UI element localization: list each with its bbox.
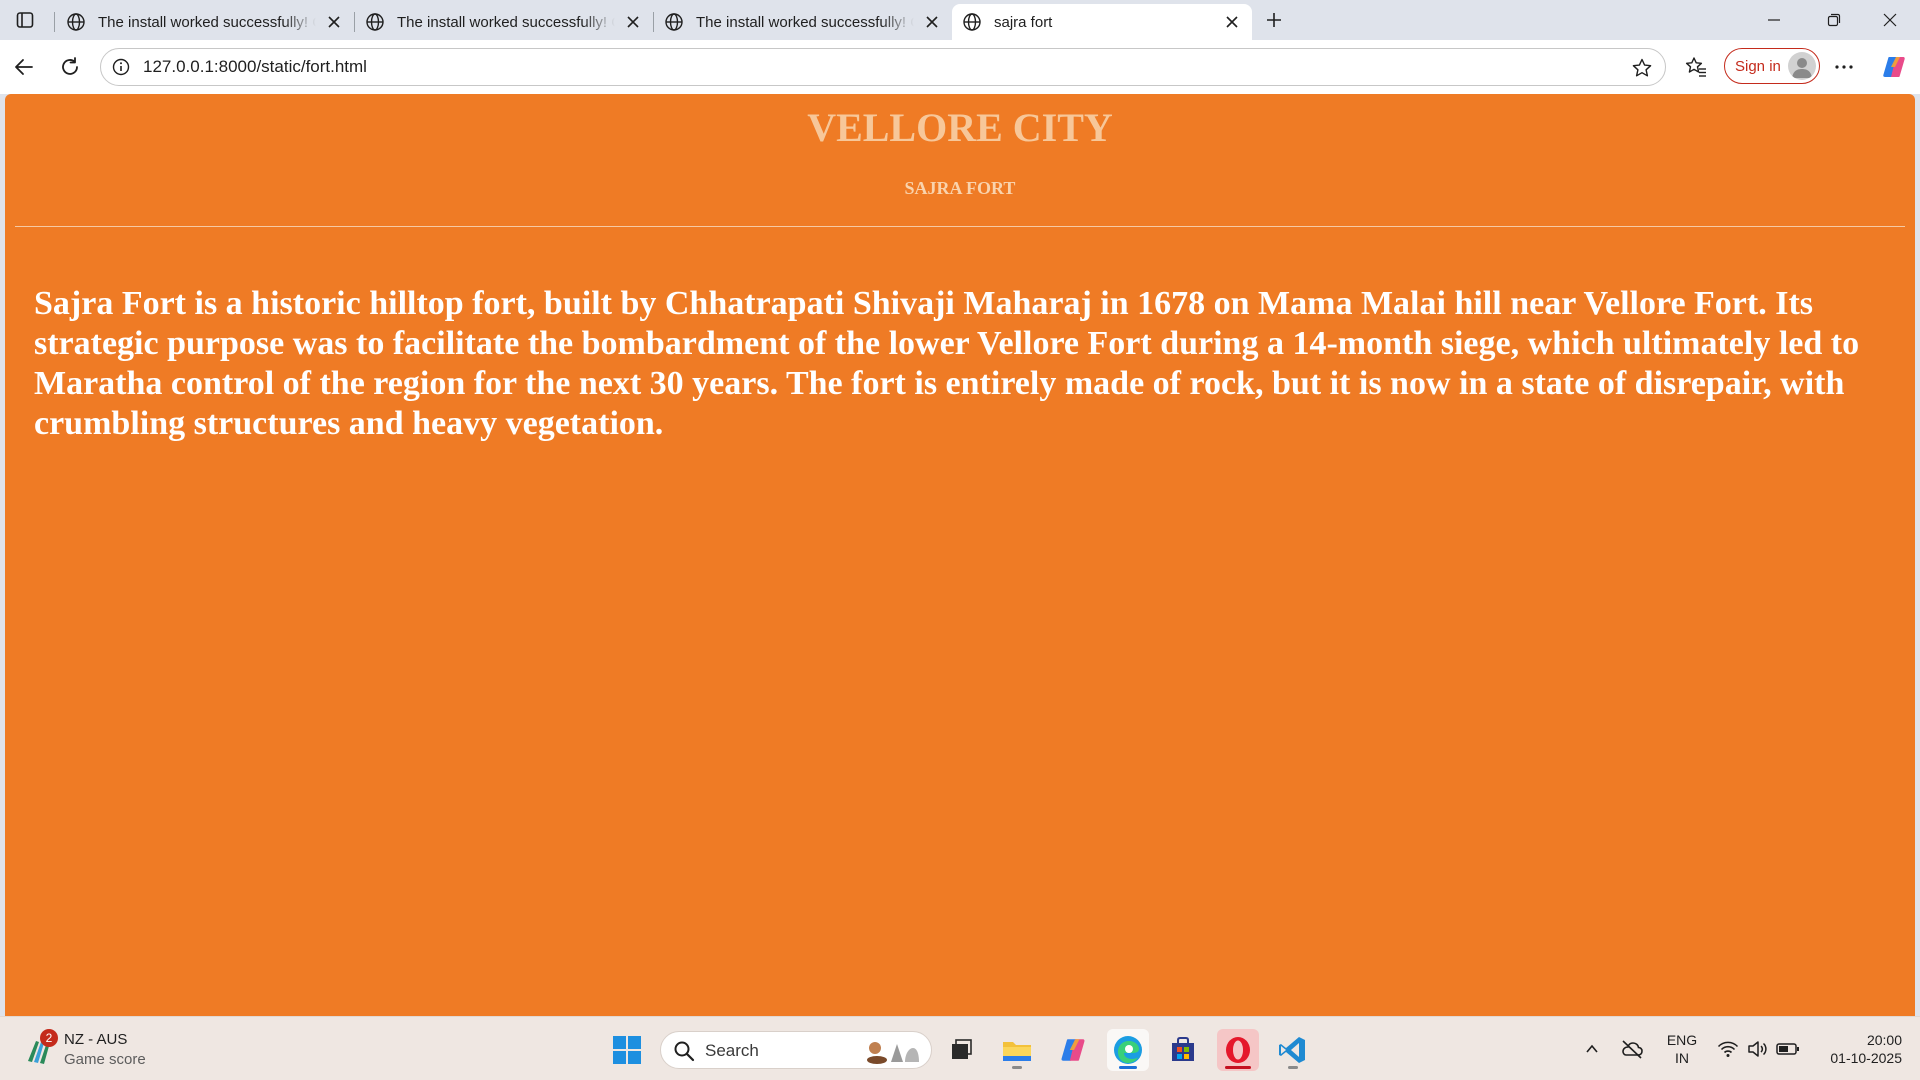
tab-1[interactable]: The install worked successfully! Congrat…	[56, 4, 354, 40]
close-tab-icon[interactable]	[322, 10, 346, 34]
globe-icon	[66, 12, 86, 32]
avatar-icon	[1788, 52, 1816, 80]
clock-date: 01-10-2025	[1830, 1050, 1902, 1066]
running-indicator	[1012, 1066, 1022, 1069]
widget-subtitle: Game score	[64, 1051, 146, 1068]
tab-separator	[54, 12, 55, 32]
windows-taskbar: 2 NZ - AUS Game score Search ENG IN 20:0…	[0, 1016, 1920, 1080]
file-explorer-icon[interactable]	[996, 1029, 1038, 1071]
fort-description: Sajra Fort is a historic hilltop fort, b…	[34, 285, 1860, 442]
start-button[interactable]	[606, 1029, 648, 1071]
horizontal-divider	[15, 226, 1905, 227]
running-indicator	[1288, 1066, 1298, 1069]
tab-title: The install worked successfully! Congrat…	[98, 13, 316, 31]
microsoft-store-icon[interactable]	[1162, 1029, 1204, 1071]
close-tab-icon[interactable]	[621, 10, 645, 34]
region-code: IN	[1675, 1050, 1689, 1066]
close-tab-icon[interactable]	[920, 10, 944, 34]
tab-3[interactable]: The install worked successfully! Congrat…	[654, 4, 952, 40]
globe-icon	[664, 12, 684, 32]
onedrive-offline-icon[interactable]	[1618, 1033, 1646, 1065]
tab-title: The install worked successfully! Congrat…	[696, 13, 914, 31]
system-clock[interactable]: 20:00 01-10-2025	[1810, 1031, 1902, 1067]
clock-time: 20:00	[1866, 1032, 1902, 1048]
browser-toolbar: 127.0.0.1:8000/static/fort.html Sign in	[0, 40, 1920, 94]
active-indicator	[1119, 1066, 1137, 1069]
globe-icon	[962, 12, 982, 32]
copilot-icon[interactable]	[1876, 49, 1912, 85]
wifi-icon[interactable]	[1714, 1033, 1742, 1065]
tab-actions-menu-icon[interactable]	[12, 8, 38, 32]
search-placeholder: Search	[705, 1041, 759, 1060]
page-subtitle: SAJRA FORT	[904, 178, 1016, 198]
tab-title: The install worked successfully! Congrat…	[397, 13, 615, 31]
sign-in-label: Sign in	[1735, 57, 1781, 75]
vscode-icon[interactable]	[1272, 1029, 1314, 1071]
tab-title: sajra fort	[994, 13, 1053, 31]
notification-badge: 2	[40, 1029, 58, 1047]
refresh-icon[interactable]	[52, 49, 88, 85]
tab-2[interactable]: The install worked successfully! Congrat…	[355, 4, 653, 40]
search-icon	[673, 1040, 695, 1062]
language-code: ENG	[1666, 1032, 1698, 1048]
copilot-app-icon[interactable]	[1052, 1029, 1094, 1071]
volume-icon[interactable]	[1744, 1033, 1772, 1065]
taskbar-search-box[interactable]: Search	[660, 1031, 932, 1069]
restore-icon[interactable]	[1806, 0, 1862, 40]
show-hidden-icons-chevron-icon[interactable]	[1580, 1033, 1604, 1065]
new-tab-button[interactable]	[1260, 6, 1288, 34]
more-options-icon[interactable]	[1826, 49, 1862, 85]
input-language-indicator[interactable]: ENG IN	[1664, 1031, 1700, 1067]
opera-browser-icon[interactable]	[1217, 1029, 1259, 1071]
edge-browser-icon[interactable]	[1107, 1029, 1149, 1071]
minimize-icon[interactable]	[1746, 0, 1802, 40]
back-arrow-icon[interactable]	[6, 49, 42, 85]
task-view-icon[interactable]	[940, 1029, 982, 1071]
widget-title: NZ - AUS	[64, 1031, 128, 1048]
sign-in-button[interactable]: Sign in	[1724, 48, 1820, 84]
address-bar[interactable]: 127.0.0.1:8000/static/fort.html	[100, 48, 1666, 86]
tab-strip: The install worked successfully! Congrat…	[0, 0, 1920, 40]
favorite-star-icon[interactable]	[1629, 55, 1655, 81]
favorites-icon[interactable]	[1678, 49, 1714, 85]
page-content: VELLORE CITY SAJRA FORT Sajra Fort is a …	[5, 94, 1915, 1016]
battery-icon[interactable]	[1774, 1033, 1802, 1065]
page-title: VELLORE CITY	[807, 105, 1113, 150]
search-highlight-icon	[863, 1036, 923, 1066]
close-window-icon[interactable]	[1862, 0, 1918, 40]
close-tab-icon[interactable]	[1220, 10, 1244, 34]
active-indicator	[1225, 1066, 1251, 1069]
tab-active[interactable]: sajra fort	[952, 4, 1252, 40]
site-info-icon[interactable]	[111, 57, 131, 77]
address-url: 127.0.0.1:8000/static/fort.html	[143, 57, 367, 76]
globe-icon	[365, 12, 385, 32]
